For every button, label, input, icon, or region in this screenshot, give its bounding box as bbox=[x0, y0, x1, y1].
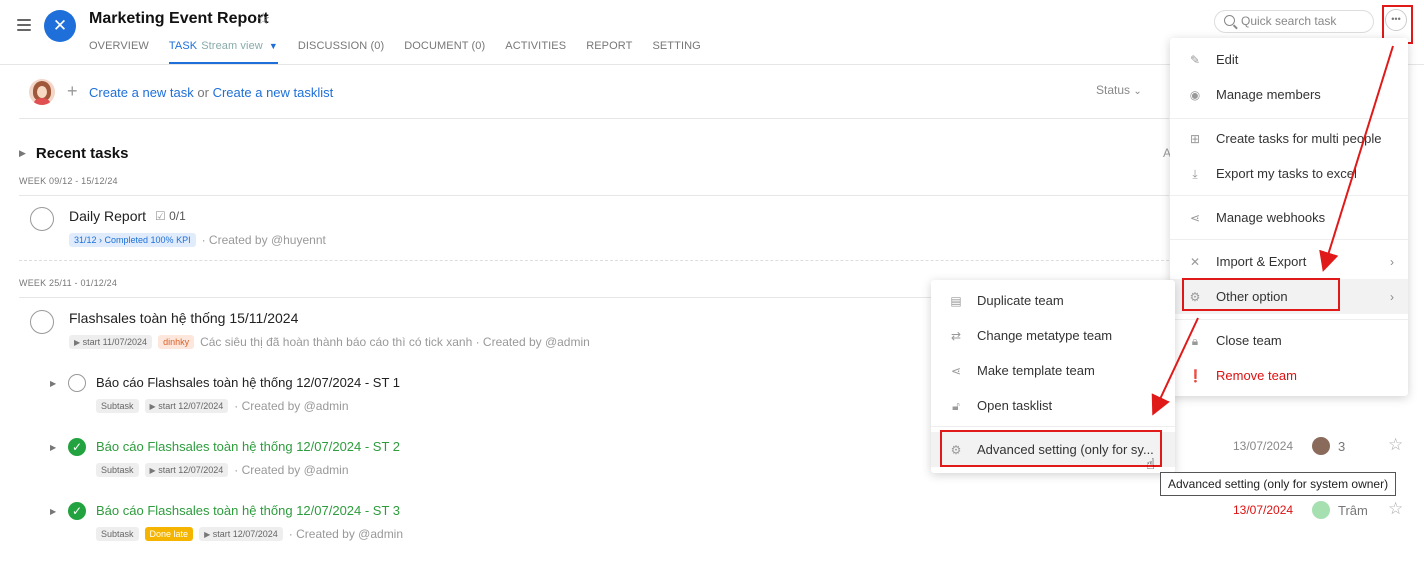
arrow-to-other-option bbox=[1319, 45, 1394, 272]
annotation-arrows bbox=[1151, 45, 1394, 416]
arrow-to-advanced-setting bbox=[1151, 317, 1199, 416]
